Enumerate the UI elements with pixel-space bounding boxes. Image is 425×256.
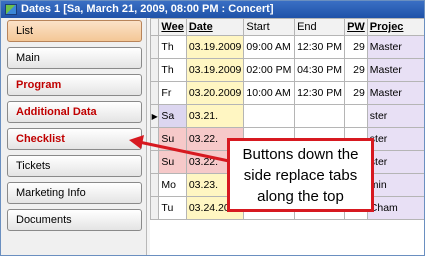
table-row[interactable]: Fr 03.20.2009 10:00 AM 12:30 PM 29 Maste… bbox=[149, 81, 424, 105]
cell-weekday[interactable]: Tu bbox=[158, 196, 187, 220]
cell-start[interactable]: 09:00 AM bbox=[243, 35, 296, 59]
sidebar-button-documents[interactable]: Documents bbox=[7, 209, 142, 231]
dates-grid: Wee Date Start End PW Projec Th 03.19.20… bbox=[149, 18, 424, 255]
cell-project[interactable]: Cham bbox=[366, 196, 424, 220]
row-selector[interactable] bbox=[149, 127, 160, 151]
cell-pw[interactable] bbox=[344, 104, 368, 128]
cell-start[interactable]: 02:00 PM bbox=[243, 58, 296, 82]
row-selector[interactable] bbox=[149, 81, 160, 105]
row-selector[interactable] bbox=[149, 150, 160, 174]
cell-project[interactable]: ster bbox=[366, 127, 424, 151]
sidebar-button-additional-data[interactable]: Additional Data bbox=[7, 101, 142, 123]
header-weekday[interactable]: Wee bbox=[158, 18, 187, 36]
table-row-current[interactable]: ▶ Sa 03.21. ster bbox=[149, 104, 424, 128]
cell-pw[interactable]: 29 bbox=[344, 35, 368, 59]
row-selector[interactable] bbox=[149, 35, 160, 59]
cell-end[interactable]: 04:30 PM bbox=[294, 58, 346, 82]
sidebar-button-program[interactable]: Program bbox=[7, 74, 142, 96]
cell-date[interactable]: 03.20.2009 bbox=[185, 81, 245, 105]
annotation-callout: Buttons down the side replace tabs along… bbox=[227, 138, 374, 212]
sidebar-button-tickets[interactable]: Tickets bbox=[7, 155, 142, 177]
cell-end[interactable]: 12:30 PM bbox=[294, 81, 346, 105]
cell-pw[interactable]: 29 bbox=[344, 58, 368, 82]
cell-date[interactable]: 03.21. bbox=[185, 104, 245, 128]
cell-project[interactable]: ster bbox=[366, 104, 424, 128]
sidebar-button-marketing-info[interactable]: Marketing Info bbox=[7, 182, 142, 204]
header-start[interactable]: Start bbox=[243, 18, 296, 36]
sidebar: List Main Program Additional Data Checkl… bbox=[1, 18, 147, 255]
sidebar-button-list[interactable]: List bbox=[7, 20, 142, 42]
row-selector[interactable] bbox=[149, 196, 160, 220]
header-pw[interactable]: PW bbox=[344, 18, 368, 36]
sidebar-button-main[interactable]: Main bbox=[7, 47, 142, 69]
row-selector[interactable] bbox=[149, 58, 160, 82]
cell-weekday[interactable]: Su bbox=[158, 150, 187, 174]
cell-weekday[interactable]: Th bbox=[158, 58, 187, 82]
table-row[interactable]: Th 03.19.2009 09:00 AM 12:30 PM 29 Maste… bbox=[149, 35, 424, 59]
cell-pw[interactable]: 29 bbox=[344, 81, 368, 105]
table-row[interactable]: Th 03.19.2009 02:00 PM 04:30 PM 29 Maste… bbox=[149, 58, 424, 82]
cell-weekday[interactable]: Mo bbox=[158, 173, 187, 197]
sidebar-button-checklist[interactable]: Checklist bbox=[7, 128, 142, 150]
dates-window: Dates 1 [Sa, March 21, 2009, 08:00 PM : … bbox=[0, 0, 425, 256]
cell-project[interactable]: Master bbox=[366, 58, 424, 82]
cell-start[interactable]: 10:00 AM bbox=[243, 81, 296, 105]
window-title: Dates 1 [Sa, March 21, 2009, 08:00 PM : … bbox=[21, 3, 274, 15]
cell-project[interactable]: ster bbox=[366, 150, 424, 174]
cell-weekday[interactable]: Th bbox=[158, 35, 187, 59]
cell-weekday[interactable]: Sa bbox=[158, 104, 187, 128]
header-project[interactable]: Projec bbox=[366, 18, 424, 36]
cell-weekday[interactable]: Fr bbox=[158, 81, 187, 105]
title-bar: Dates 1 [Sa, March 21, 2009, 08:00 PM : … bbox=[1, 1, 424, 18]
calendar-app-icon bbox=[5, 4, 17, 15]
cell-start[interactable] bbox=[243, 104, 296, 128]
cell-end[interactable] bbox=[294, 104, 346, 128]
cell-project[interactable]: Master bbox=[366, 35, 424, 59]
cell-date[interactable]: 03.19.2009 bbox=[185, 58, 245, 82]
cell-project[interactable]: Master bbox=[366, 81, 424, 105]
cell-end[interactable]: 12:30 PM bbox=[294, 35, 346, 59]
cell-date[interactable]: 03.19.2009 bbox=[185, 35, 245, 59]
current-row-indicator-icon: ▶ bbox=[149, 104, 160, 128]
header-end[interactable]: End bbox=[294, 18, 346, 36]
header-selector bbox=[149, 18, 160, 36]
header-date[interactable]: Date bbox=[185, 18, 245, 36]
cell-project[interactable]: min bbox=[366, 173, 424, 197]
cell-weekday[interactable]: Su bbox=[158, 127, 187, 151]
table-header-row: Wee Date Start End PW Projec bbox=[149, 18, 424, 36]
row-selector[interactable] bbox=[149, 173, 160, 197]
